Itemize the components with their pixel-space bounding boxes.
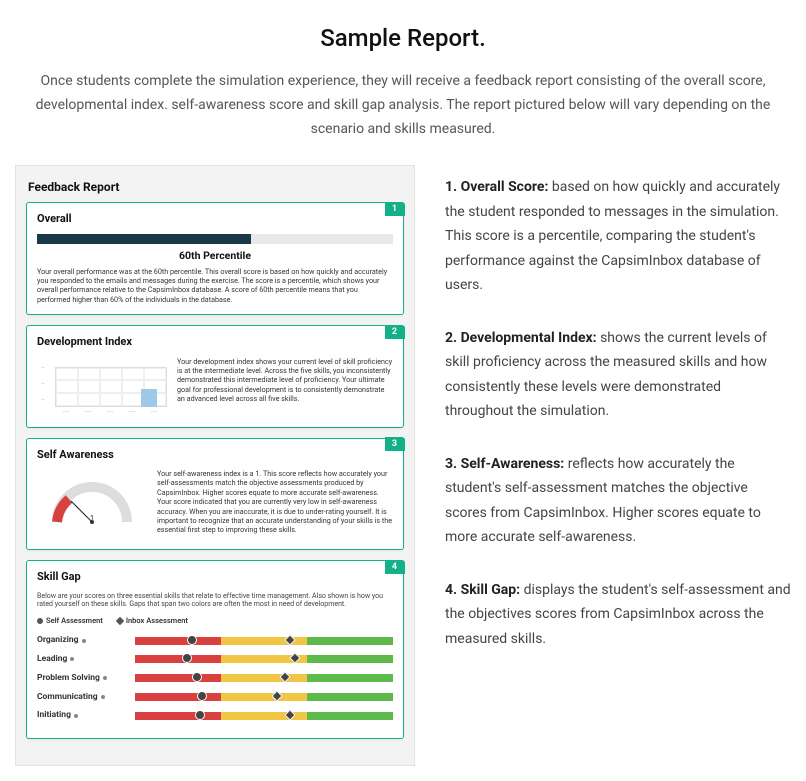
skill-gap-legend: Self Assessment Inbox Assessment [37,615,393,626]
card-badge-2: 2 [385,325,405,339]
page-title: Sample Report. [15,20,791,56]
skill-row-4: Initiating [37,709,393,722]
card-overall: 1 Overall 60th Percentile Your overall p… [26,202,404,315]
skill-label-2: Problem Solving [37,672,127,685]
skill-row-2: Problem Solving [37,672,393,685]
info-dot-icon [82,639,86,643]
explain-item-4: 4. Skill Gap: displays the student's sel… [445,578,791,652]
explain-item-2: 2. Developmental Index: shows the curren… [445,326,791,424]
explain-label-1: 1. Overall Score: [445,179,548,195]
self-awareness-gauge: 1 [37,469,147,539]
skill-bar-3 [135,693,393,701]
overall-bar [37,234,393,244]
dev-index-text: Your development index shows your curren… [177,357,393,404]
self-marker-0 [187,635,197,645]
skill-bar-0 [135,637,393,645]
explain-label-4: 4. Skill Gap: [445,582,520,598]
feedback-report-panel: Feedback Report 1 Overall 60th Percentil… [15,165,415,766]
card-skill-gap: 4 Skill Gap Below are your scores on thr… [26,560,404,739]
info-dot-icon [103,676,107,680]
circle-icon [37,618,43,624]
skill-label-0: Organizing [37,634,127,647]
page-subtitle: Once students complete the simulation ex… [33,70,773,141]
card-dev-index: 2 Development Index — — — —— —— —— — [26,325,404,428]
skill-bar-4 [135,712,393,720]
card-self-awareness: 3 Self Awareness 1 Your self-awareness i… [26,438,404,551]
skill-bar-2 [135,674,393,682]
skill-label-3: Communicating [37,691,127,704]
self-marker-2 [192,672,202,682]
overall-text: Your overall performance was at the 60th… [37,267,393,304]
overall-bar-fill [37,234,251,244]
explain-label-3: 3. Self-Awareness: [445,456,564,472]
skill-row-3: Communicating [37,691,393,704]
skill-row-1: Leading [37,653,393,666]
skill-bar-1 [135,655,393,663]
legend-inbox-label: Inbox Assessment [126,616,188,625]
dev-index-chart: — — — —— —— —— —— —— [37,357,167,417]
skill-row-0: Organizing [37,634,393,647]
card-badge-3: 3 [385,437,405,451]
info-dot-icon [70,657,74,661]
info-dot-icon [101,695,105,699]
legend-self-label: Self Assessment [46,616,103,625]
explanations-column: 1. Overall Score: based on how quickly a… [445,165,791,679]
card-badge-1: 1 [385,202,405,216]
card-gap-heading: Skill Gap [37,569,393,586]
info-dot-icon [74,714,78,718]
explain-item-1: 1. Overall Score: based on how quickly a… [445,175,791,298]
self-marker-4 [195,710,205,720]
skill-gap-intro: Below are your scores on three essential… [37,592,393,610]
card-overall-heading: Overall [37,211,393,228]
self-marker-1 [182,653,192,663]
card-dev-heading: Development Index [37,334,393,351]
explain-label-2: 2. Developmental Index: [445,330,597,346]
report-title: Feedback Report [26,176,404,202]
card-self-heading: Self Awareness [37,447,393,464]
self-marker-3 [197,691,207,701]
diamond-icon [116,617,124,625]
overall-percentile-label: 60th Percentile [37,248,393,264]
skill-label-4: Initiating [37,709,127,722]
explain-item-3: 3. Self-Awareness: reflects how accurate… [445,452,791,550]
card-badge-4: 4 [385,560,405,574]
explain-text-1: based on how quickly and accurately the … [445,179,780,293]
skill-label-1: Leading [37,653,127,666]
self-awareness-text: Your self-awareness index is a 1. This s… [157,469,393,535]
